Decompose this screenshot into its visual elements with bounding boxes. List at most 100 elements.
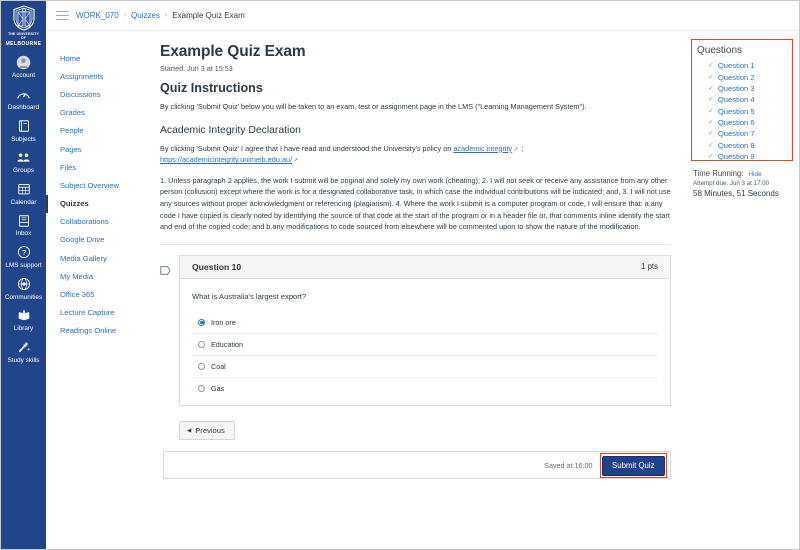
global-nav-item-lms-support[interactable]: ? LMS support	[1, 241, 46, 273]
answer-option-coal[interactable]: Coal	[192, 354, 658, 377]
answer-option-education[interactable]: Education	[192, 332, 658, 355]
communities-globe-icon	[17, 276, 31, 293]
check-icon: ✓	[708, 73, 714, 81]
saved-at-status: Saved at 16:00	[544, 460, 593, 470]
academic-integrity-url-link[interactable]: https://academicintegrity.unimelb.edu.au…	[160, 155, 292, 164]
sidebar-item-media-gallery[interactable]: Media Gallery	[46, 249, 146, 267]
radio-button[interactable]	[198, 384, 205, 392]
sidebar-item-people[interactable]: People	[46, 122, 146, 140]
answer-option-gas[interactable]: Gas	[192, 376, 658, 399]
breadcrumb-course[interactable]: WORK_070	[76, 11, 119, 20]
sidebar-item-readings-online[interactable]: Readings Online	[46, 322, 146, 340]
question-nav-item[interactable]: ✓ Question 8	[708, 140, 787, 151]
global-nav-item-study-skills[interactable]: Study skills	[1, 336, 46, 368]
global-nav-item-dashboard[interactable]: Dashboard	[1, 83, 46, 115]
page-title: Example Quiz Exam	[160, 43, 306, 60]
answer-label: Iron ore	[211, 317, 236, 327]
global-nav-label: Dashboard	[7, 103, 40, 111]
previous-button[interactable]: ◀ Previous	[179, 421, 235, 441]
check-icon: ✓	[708, 84, 714, 92]
global-nav-label: Account	[11, 72, 36, 80]
sidebar-item-collaborations[interactable]: Collaborations	[46, 213, 146, 231]
question-prompt: What is Australia's largest export?	[192, 291, 307, 301]
global-nav-item-groups[interactable]: Groups	[1, 146, 46, 178]
sidebar-item-subject-overview[interactable]: Subject Overview	[46, 176, 146, 194]
sidebar-item-assignments[interactable]: Assignments	[46, 67, 146, 85]
content-columns: Example Quiz Exam Started: Jun 3 at 15:5…	[146, 1, 799, 549]
answer-label: Education	[211, 339, 243, 349]
global-nav-item-account[interactable]: Account	[1, 51, 46, 83]
global-nav-item-inbox[interactable]: Inbox	[1, 209, 46, 241]
timer-label: Time Running:	[693, 169, 744, 178]
answer-option-iron-ore[interactable]: Iron ore	[192, 312, 658, 333]
library-book-icon	[17, 307, 31, 324]
question-nav-item[interactable]: ✓ Question 2	[708, 71, 787, 82]
melbourne-crest-icon: THE UNIVERSITY OF MELBOURNE	[6, 5, 41, 47]
question-block: Question 10 1 pts What is Australia's la…	[160, 254, 671, 406]
quiz-timer: Time Running: Hide Attempt due: Jun 3 at…	[691, 169, 793, 198]
question-card-header: Question 10 1 pts	[180, 255, 670, 279]
question-nav-item[interactable]: ✓ Question 1	[708, 60, 787, 71]
question-name: Question 10	[192, 261, 242, 272]
breadcrumb: WORK_070 › Quizzes › Example Quiz Exam	[76, 11, 245, 20]
question-nav-item[interactable]: ✓ Question 3	[708, 83, 787, 94]
questions-panel: Questions ✓ Question 1 ✓ Question 2 ✓ Qu	[691, 39, 793, 161]
question-nav-item[interactable]: ✓ Question 7	[708, 128, 787, 139]
groups-people-icon	[16, 149, 31, 166]
sidebar-item-office-365[interactable]: Office 365	[46, 285, 146, 303]
question-nav-link[interactable]: Question 5	[718, 107, 755, 116]
check-icon: ✓	[708, 62, 714, 70]
global-nav-item-calendar[interactable]: Calendar	[1, 178, 46, 210]
quiz-started-time: Started: Jun 3 at 15:53	[160, 64, 233, 73]
declaration-semicolon: ;	[519, 143, 524, 153]
radio-button-selected[interactable]	[198, 318, 205, 326]
question-nav-link[interactable]: Question 1	[718, 61, 755, 70]
global-nav-label: Subjects	[11, 135, 36, 143]
academic-integrity-intro: By clicking 'Submit Quiz' I agree that I…	[160, 144, 671, 167]
sidebar-item-my-media[interactable]: My Media	[46, 267, 146, 285]
question-nav-item[interactable]: ✓ Question 9	[708, 151, 787, 160]
external-link-icon: ↗	[293, 158, 299, 165]
global-nav-label: Library	[13, 325, 34, 333]
question-nav-link[interactable]: Question 7	[718, 129, 755, 138]
svg-text:?: ?	[21, 248, 25, 257]
question-nav-link[interactable]: Question 9	[718, 152, 755, 160]
sidebar-item-lecture-capture[interactable]: Lecture Capture	[46, 304, 146, 322]
check-icon: ✓	[708, 130, 714, 138]
submit-quiz-button[interactable]: Submit Quiz	[602, 455, 665, 476]
question-nav-link[interactable]: Question 4	[718, 95, 755, 104]
sidebar-item-home[interactable]: Home	[46, 49, 146, 67]
section-divider	[160, 243, 671, 245]
breadcrumb-quizzes[interactable]: Quizzes	[131, 11, 160, 20]
hide-timer-link[interactable]: Hide	[748, 171, 761, 178]
global-nav-item-subjects[interactable]: Subjects	[1, 115, 46, 147]
question-nav-link[interactable]: Question 8	[718, 141, 755, 150]
sidebar-item-discussions[interactable]: Discussions	[46, 85, 146, 103]
question-points: 1 pts	[641, 262, 658, 272]
question-nav-item[interactable]: ✓ Question 5	[708, 106, 787, 117]
global-nav-item-library[interactable]: Library	[1, 304, 46, 336]
global-nav-item-communities[interactable]: Communities	[1, 273, 46, 305]
content-region: WORK_070 › Quizzes › Example Quiz Exam E…	[46, 1, 799, 549]
attempt-due-text: Attempt due: Jun 3 at 17:00	[693, 180, 770, 187]
question-nav-item[interactable]: ✓ Question 4	[708, 94, 787, 105]
question-nav-link[interactable]: Question 2	[718, 73, 755, 82]
sidebar-item-grades[interactable]: Grades	[46, 104, 146, 122]
sidebar-item-files[interactable]: Files	[46, 158, 146, 176]
question-nav-link[interactable]: Question 6	[718, 118, 755, 127]
academic-integrity-link[interactable]: academic integrity	[453, 144, 512, 153]
radio-button[interactable]	[198, 362, 205, 370]
declaration-intro-text: By clicking 'Submit Quiz' I agree that I…	[160, 143, 454, 153]
account-avatar-icon	[16, 54, 31, 71]
sidebar-item-pages[interactable]: Pages	[46, 140, 146, 158]
question-nav-item[interactable]: ✓ Question 6	[708, 117, 787, 128]
sidebar-item-google-drive[interactable]: Google Drive	[46, 231, 146, 249]
submit-quiz-highlight: Submit Quiz	[599, 452, 667, 478]
question-nav-link[interactable]: Question 3	[718, 84, 755, 93]
calendar-grid-icon	[17, 181, 31, 198]
question-nav-list: ✓ Question 1 ✓ Question 2 ✓ Question 3 ✓…	[697, 60, 787, 160]
radio-button[interactable]	[198, 340, 205, 348]
flag-bookmark-icon[interactable]	[160, 255, 171, 406]
sidebar-item-quizzes[interactable]: Quizzes	[46, 194, 146, 213]
hamburger-menu-icon[interactable]	[56, 10, 69, 21]
